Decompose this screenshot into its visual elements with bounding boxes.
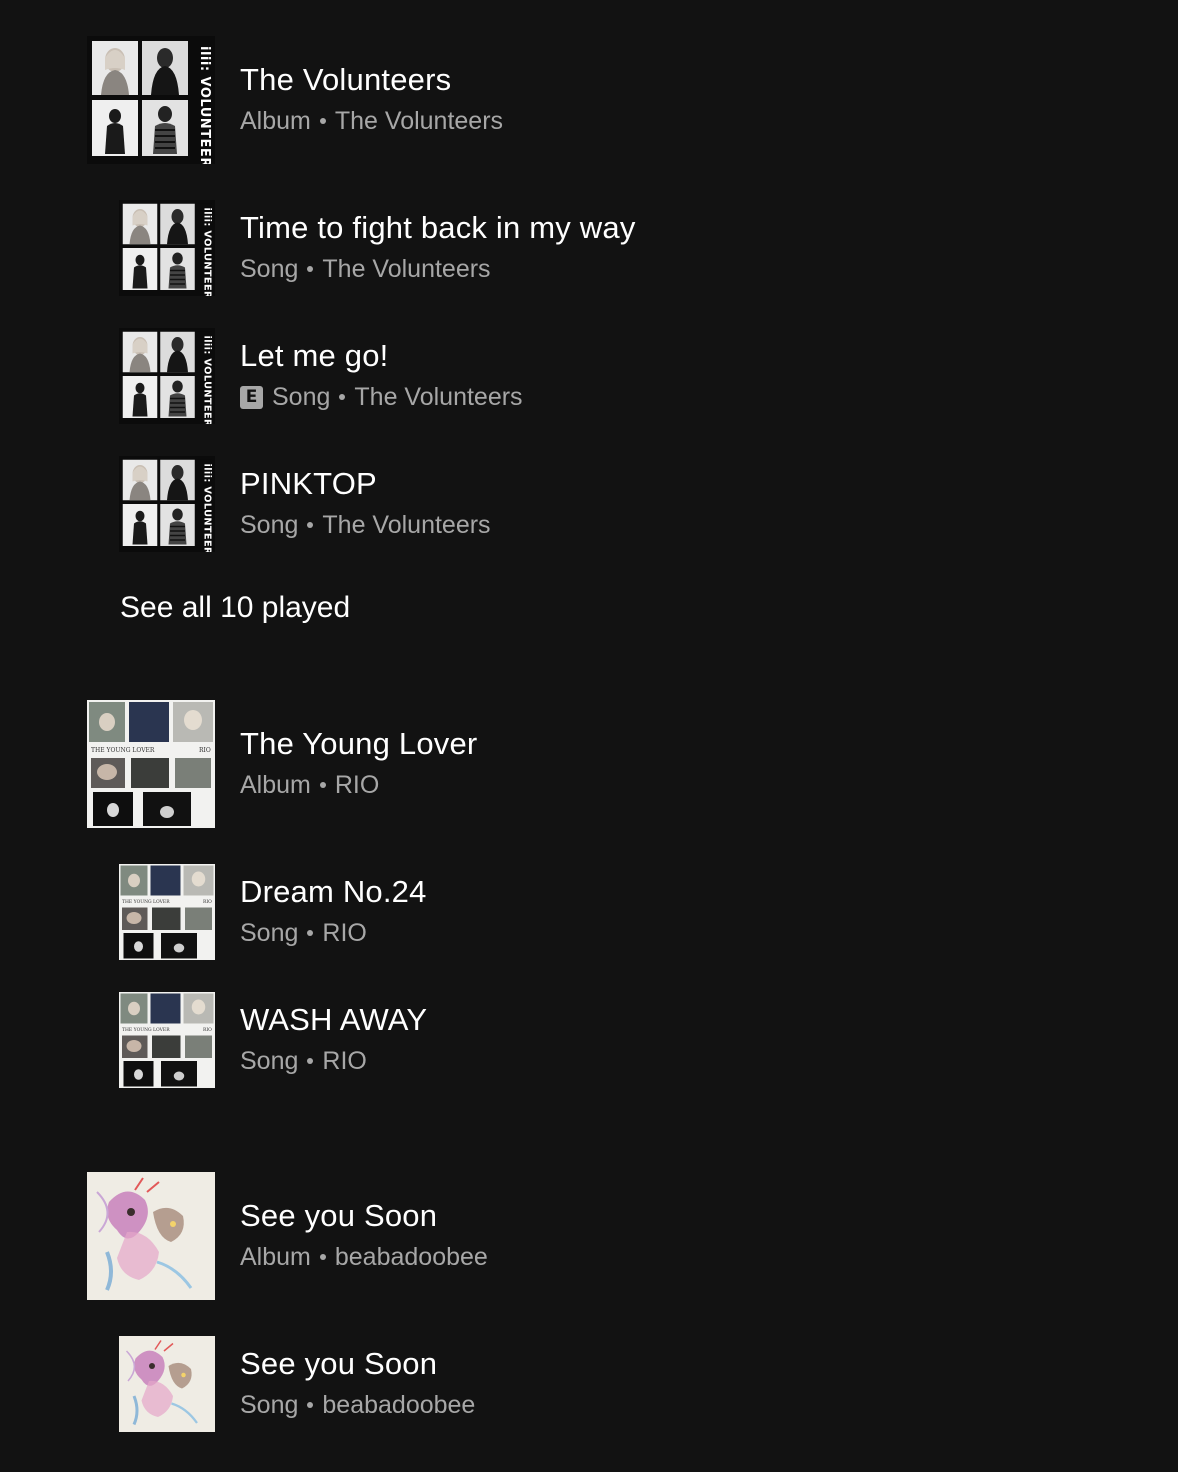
song-cover-art [119, 456, 215, 552]
artist-name[interactable]: beabadoobee [335, 1242, 488, 1272]
album-cover-art [87, 36, 215, 164]
volunteers-cover-art [87, 36, 215, 164]
artist-name[interactable]: RIO [322, 918, 366, 948]
separator-dot [307, 930, 314, 936]
artist-name[interactable]: The Volunteers [322, 254, 490, 284]
item-type: Album [240, 1243, 311, 1271]
volunteers-cover-art [119, 456, 215, 552]
artist-name[interactable]: The Volunteers [335, 106, 503, 136]
separator-dot [307, 266, 314, 272]
album-title: The Young Lover [240, 726, 478, 761]
separator-dot [319, 1254, 326, 1260]
song-cover-art [119, 864, 215, 960]
artist-name[interactable]: The Volunteers [354, 382, 522, 412]
song-cover-art [119, 992, 215, 1088]
young-lover-cover-art [119, 864, 215, 960]
item-type: Song [240, 511, 299, 539]
song-title: WASH AWAY [240, 1002, 428, 1037]
song-cover-art [119, 328, 215, 424]
item-type: Song [240, 1391, 299, 1419]
artist-name[interactable]: The Volunteers [322, 510, 490, 540]
see-you-soon-cover-art [87, 1172, 215, 1300]
volunteers-cover-art [119, 328, 215, 424]
item-type: Album [240, 107, 311, 135]
separator-dot [319, 782, 326, 788]
song-cover-art [119, 1336, 215, 1432]
young-lover-cover-art [87, 700, 215, 828]
item-type: Song [240, 919, 299, 947]
separator-dot [307, 1058, 314, 1064]
volunteers-cover-art [119, 200, 215, 296]
item-type: Song [240, 1047, 299, 1075]
album-title: See you Soon [240, 1198, 438, 1233]
explicit-badge-icon: E [240, 385, 263, 409]
item-type: Song [272, 383, 331, 411]
separator-dot [339, 394, 346, 400]
album-cover-art [87, 700, 215, 828]
artist-name[interactable]: RIO [335, 770, 379, 800]
song-title: PINKTOP [240, 466, 377, 501]
young-lover-cover-art [119, 992, 215, 1088]
album-cover-art [87, 1172, 215, 1300]
see-you-soon-cover-art [119, 1336, 215, 1432]
song-title: Dream No.24 [240, 874, 427, 909]
song-title: Time to fight back in my way [240, 210, 636, 245]
separator-dot [319, 118, 326, 124]
see-all-played-link[interactable]: See all 10 played [120, 590, 350, 626]
item-type: Album [240, 771, 311, 799]
item-type: Song [240, 255, 299, 283]
song-title: Let me go! [240, 338, 389, 373]
song-title: See you Soon [240, 1346, 438, 1381]
album-title: The Volunteers [240, 62, 452, 97]
artist-name[interactable]: RIO [322, 1046, 366, 1076]
artist-name[interactable]: beabadoobee [322, 1390, 475, 1420]
separator-dot [307, 522, 314, 528]
song-cover-art [119, 200, 215, 296]
separator-dot [307, 1402, 314, 1408]
